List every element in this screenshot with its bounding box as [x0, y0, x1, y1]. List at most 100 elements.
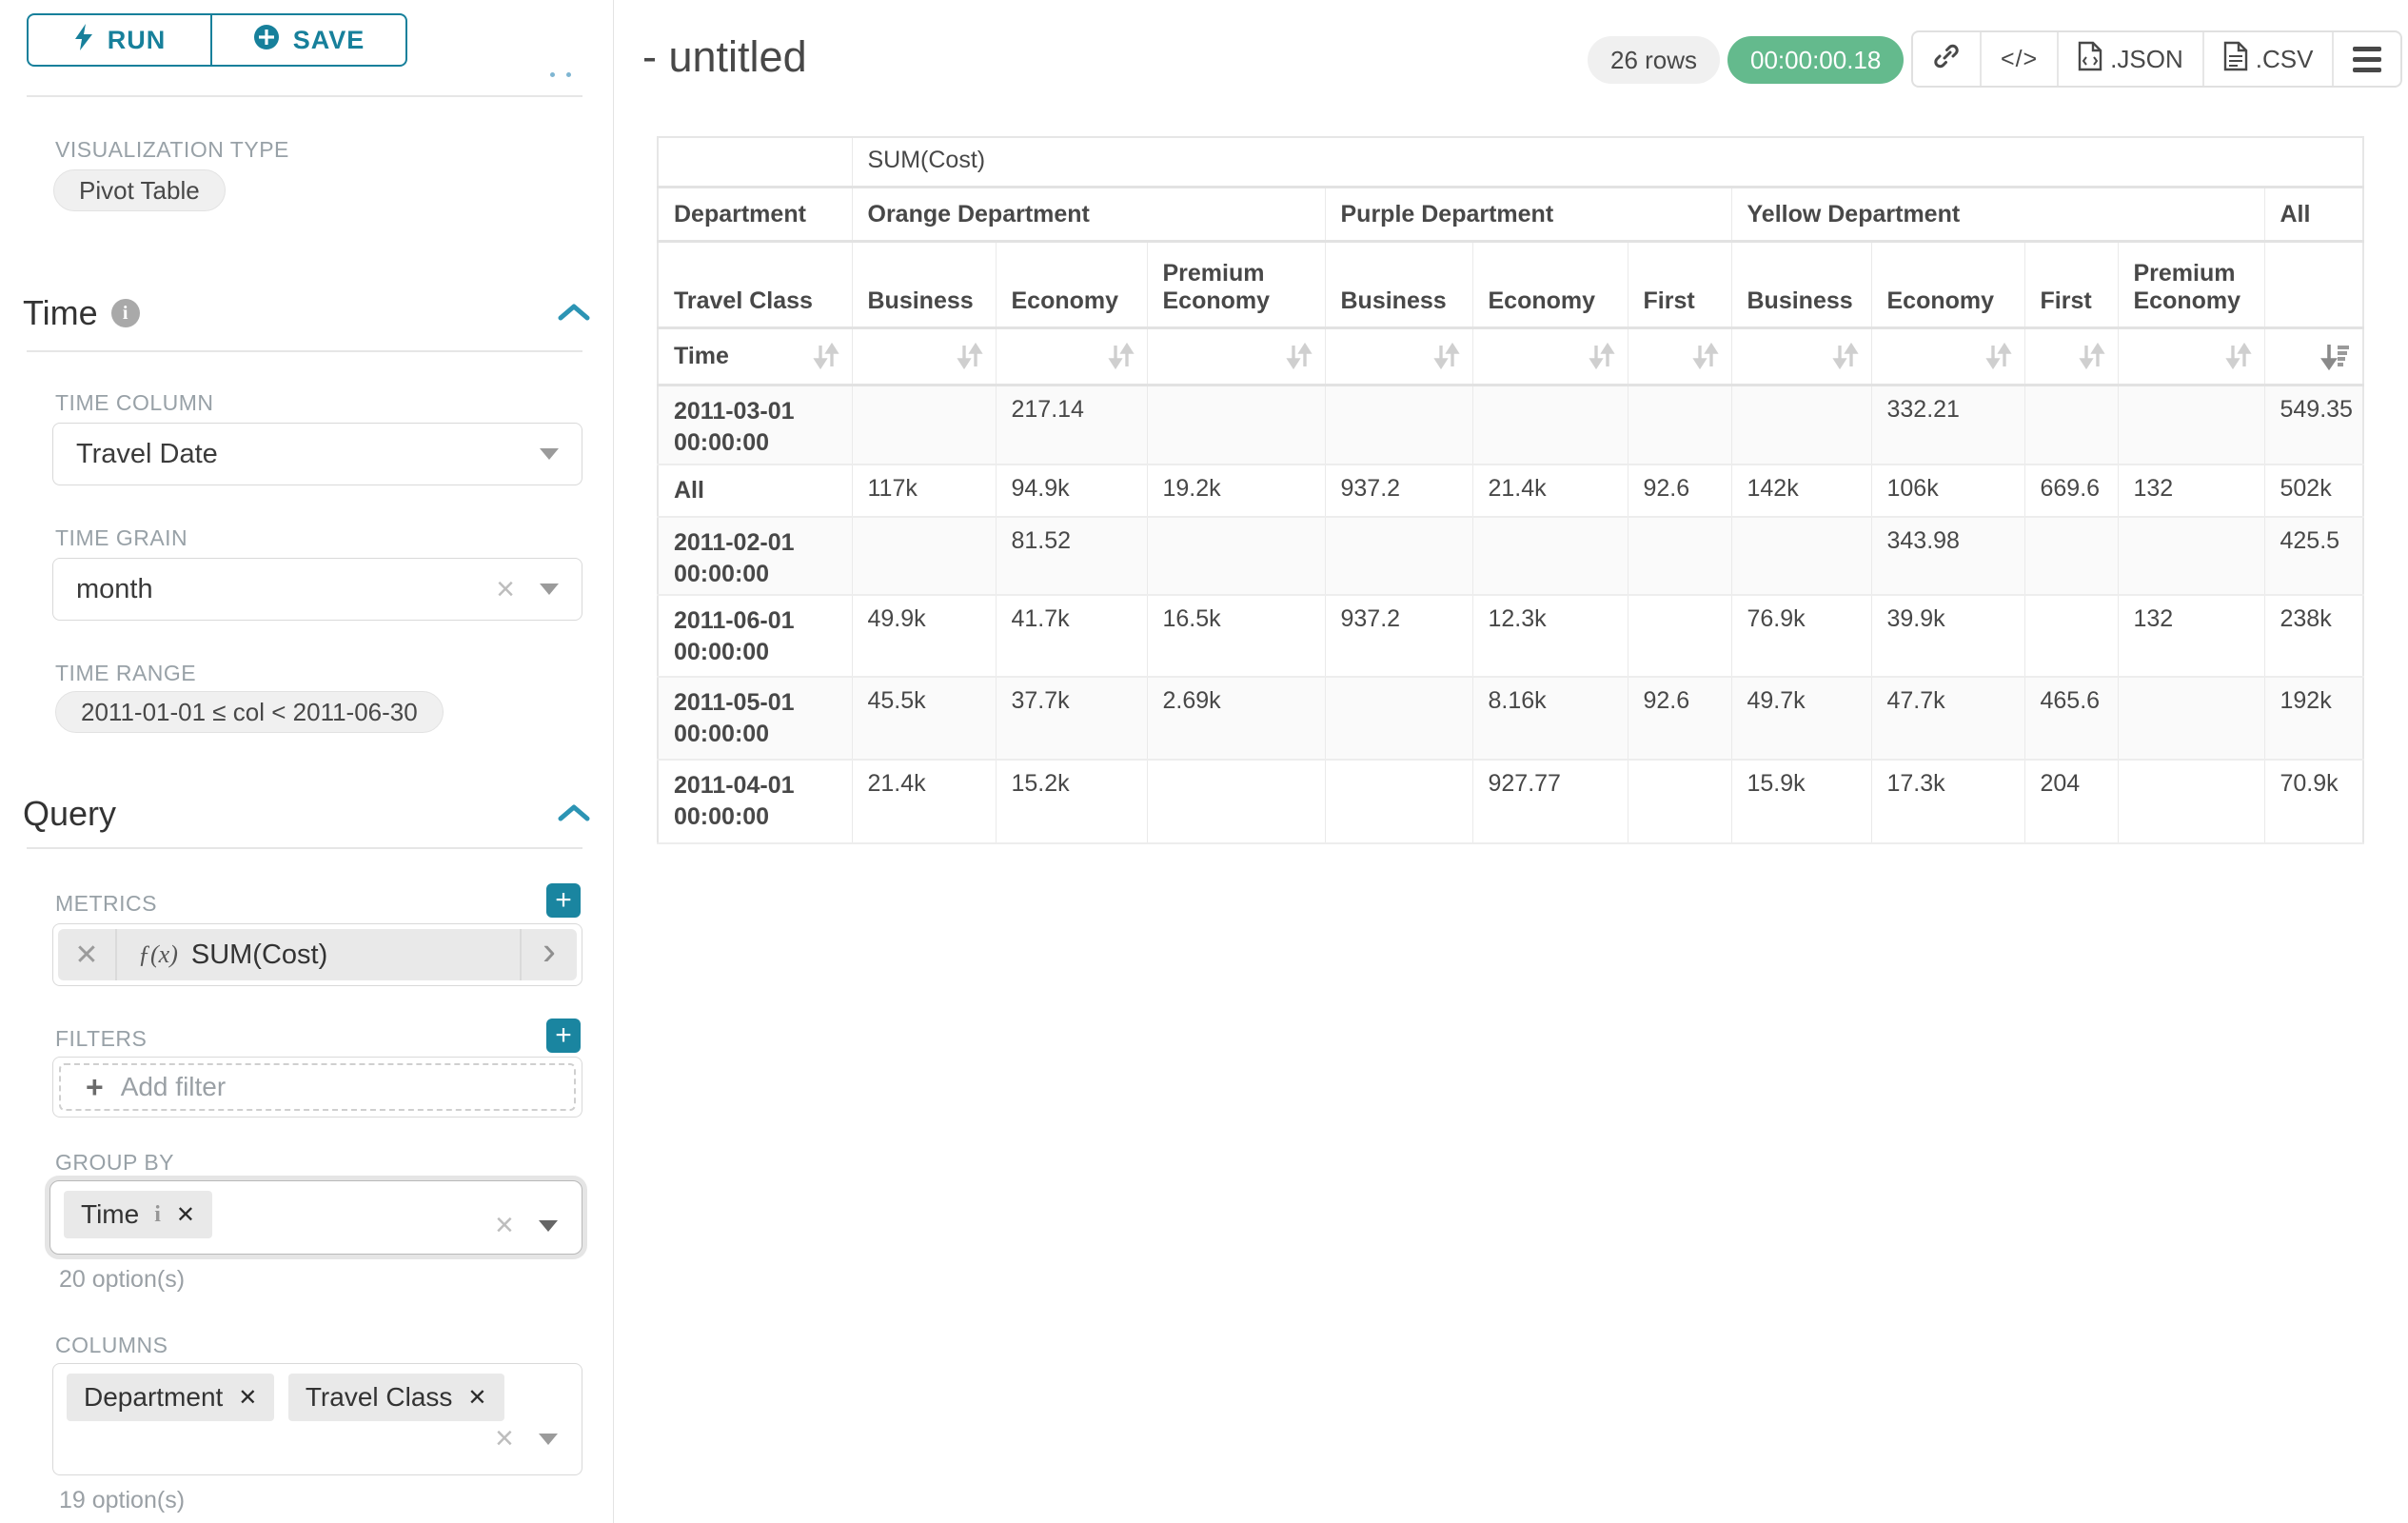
- all-column-header[interactable]: All: [2264, 187, 2363, 241]
- column-sort-cell-1[interactable]: [996, 327, 1147, 385]
- columns-select[interactable]: Department ✕ Travel Class ✕: [52, 1363, 582, 1475]
- sort-icon[interactable]: [1285, 342, 1313, 370]
- chevron-up-icon[interactable]: [558, 803, 590, 822]
- section-divider: [27, 95, 582, 97]
- section-divider: [27, 350, 582, 352]
- pivot-cell: [2118, 517, 2264, 595]
- pivot-cell: 81.52: [996, 517, 1147, 595]
- pivot-cell: 47.7k: [1871, 677, 2024, 760]
- department-group-header-0[interactable]: Orange Department: [852, 187, 1325, 241]
- chevron-up-icon[interactable]: [558, 303, 590, 322]
- column-sort-cell-6[interactable]: [1731, 327, 1871, 385]
- pivot-row-header: 2011-02-01 00:00:00: [658, 517, 852, 595]
- time-column-select[interactable]: Travel Date: [52, 423, 582, 485]
- pivot-cell: 92.6: [1628, 677, 1731, 760]
- column-sort-cell-3[interactable]: [1325, 327, 1472, 385]
- travel-class-header-2-0[interactable]: Business: [1731, 241, 1871, 327]
- add-metric-button[interactable]: +: [546, 883, 581, 918]
- travel-class-header-2-2[interactable]: First: [2024, 241, 2118, 327]
- travel-class-header-0-2[interactable]: Premium Economy: [1147, 241, 1325, 327]
- sort-icon[interactable]: [1831, 342, 1860, 370]
- pivot-cell: [2024, 595, 2118, 677]
- plus-circle-icon: [253, 24, 280, 57]
- export-csv-button[interactable]: .CSV: [2204, 32, 2335, 86]
- sort-icon[interactable]: [1432, 342, 1461, 370]
- sort-descending-icon[interactable]: [2320, 342, 2351, 370]
- pivot-cell: [1628, 595, 1731, 677]
- sort-icon[interactable]: [812, 342, 840, 370]
- travel-class-header-1-0[interactable]: Business: [1325, 241, 1472, 327]
- travel-class-header-1-2[interactable]: First: [1628, 241, 1731, 327]
- remove-tag-icon[interactable]: ✕: [467, 1384, 486, 1412]
- remove-metric-icon[interactable]: ✕: [58, 929, 117, 980]
- view-query-button[interactable]: </>: [1982, 32, 2059, 86]
- save-button[interactable]: SAVE: [211, 13, 407, 67]
- all-column-sort-cell[interactable]: [2264, 327, 2363, 385]
- travel-class-header-0-1[interactable]: Economy: [996, 241, 1147, 327]
- more-options-button[interactable]: [2334, 32, 2400, 86]
- sort-icon[interactable]: [1691, 342, 1720, 370]
- travel-class-header-2-1[interactable]: Economy: [1871, 241, 2024, 327]
- travel-class-header-0-0[interactable]: Business: [852, 241, 996, 327]
- chevron-down-icon[interactable]: [539, 1220, 558, 1232]
- chevron-right-icon[interactable]: ›: [520, 929, 577, 980]
- department-group-header-2[interactable]: Yellow Department: [1731, 187, 2264, 241]
- time-grain-label: TIME GRAIN: [55, 525, 188, 551]
- columns-label: COLUMNS: [55, 1333, 168, 1358]
- column-sort-cell-2[interactable]: [1147, 327, 1325, 385]
- pivot-cell: [852, 385, 996, 465]
- column-sort-cell-8[interactable]: [2024, 327, 2118, 385]
- pivot-cell: 16.5k: [1147, 595, 1325, 677]
- clear-icon[interactable]: ×: [496, 571, 515, 608]
- visualization-type-label: VISUALIZATION TYPE: [55, 137, 289, 163]
- sort-icon[interactable]: [2224, 342, 2253, 370]
- info-icon[interactable]: i: [154, 1202, 161, 1228]
- chart-title[interactable]: - untitled: [642, 32, 807, 82]
- sort-icon[interactable]: [1107, 342, 1135, 370]
- export-json-button[interactable]: .JSON: [2059, 32, 2204, 86]
- metrics-label: METRICS: [55, 891, 157, 917]
- clear-icon[interactable]: ×: [495, 1420, 514, 1457]
- clear-icon[interactable]: ×: [495, 1207, 514, 1244]
- remove-tag-icon[interactable]: ✕: [238, 1384, 257, 1412]
- time-grain-select[interactable]: month ×: [52, 558, 582, 621]
- columns-tag-travel-class[interactable]: Travel Class ✕: [288, 1374, 504, 1421]
- travel-class-header-1-1[interactable]: Economy: [1472, 241, 1628, 327]
- column-sort-cell-0[interactable]: [852, 327, 996, 385]
- department-group-header-1[interactable]: Purple Department: [1325, 187, 1731, 241]
- metric-name: SUM(Cost): [191, 940, 327, 971]
- sort-icon[interactable]: [1984, 342, 2013, 370]
- pivot-cell: 132: [2118, 595, 2264, 677]
- pivot-cell: 19.2k: [1147, 465, 1325, 517]
- pivot-row-header: 2011-06-01 00:00:00: [658, 595, 852, 677]
- pivot-cell: 92.6: [1628, 465, 1731, 517]
- info-icon[interactable]: i: [111, 299, 140, 327]
- pivot-cell: 192k: [2264, 677, 2363, 760]
- column-sort-cell-4[interactable]: [1472, 327, 1628, 385]
- metric-pill[interactable]: ✕ ƒ(x) SUM(Cost) ›: [58, 929, 577, 980]
- group-by-tag-time[interactable]: Time i ✕: [64, 1191, 212, 1238]
- sort-icon[interactable]: [2078, 342, 2106, 370]
- column-sort-cell-7[interactable]: [1871, 327, 2024, 385]
- pivot-row-header: 2011-04-01 00:00:00: [658, 760, 852, 843]
- time-range-pill[interactable]: 2011-01-01 ≤ col < 2011-06-30: [55, 691, 444, 733]
- run-button[interactable]: RUN: [27, 13, 211, 67]
- remove-tag-icon[interactable]: ✕: [176, 1201, 195, 1229]
- chevron-down-icon[interactable]: [539, 1434, 558, 1445]
- columns-tag-department[interactable]: Department ✕: [67, 1374, 274, 1421]
- travel-class-header-2-3[interactable]: Premium Economy: [2118, 241, 2264, 327]
- json-file-icon: [2078, 41, 2102, 78]
- pivot-cell: [852, 517, 996, 595]
- export-actions-group: </> .JSON .CSV: [1911, 30, 2402, 88]
- sort-icon[interactable]: [1588, 342, 1616, 370]
- pivot-cell: 132: [2118, 465, 2264, 517]
- column-sort-cell-5[interactable]: [1628, 327, 1731, 385]
- add-filter-button[interactable]: + Add filter: [59, 1063, 576, 1111]
- column-sort-cell-9[interactable]: [2118, 327, 2264, 385]
- time-sort-header[interactable]: Time: [658, 327, 852, 385]
- copy-link-button[interactable]: [1913, 32, 1982, 86]
- lightning-bolt-icon: [73, 23, 94, 58]
- sort-icon[interactable]: [956, 342, 984, 370]
- visualization-type-pill[interactable]: Pivot Table: [53, 169, 226, 211]
- add-filter-plus-button[interactable]: +: [546, 1019, 581, 1053]
